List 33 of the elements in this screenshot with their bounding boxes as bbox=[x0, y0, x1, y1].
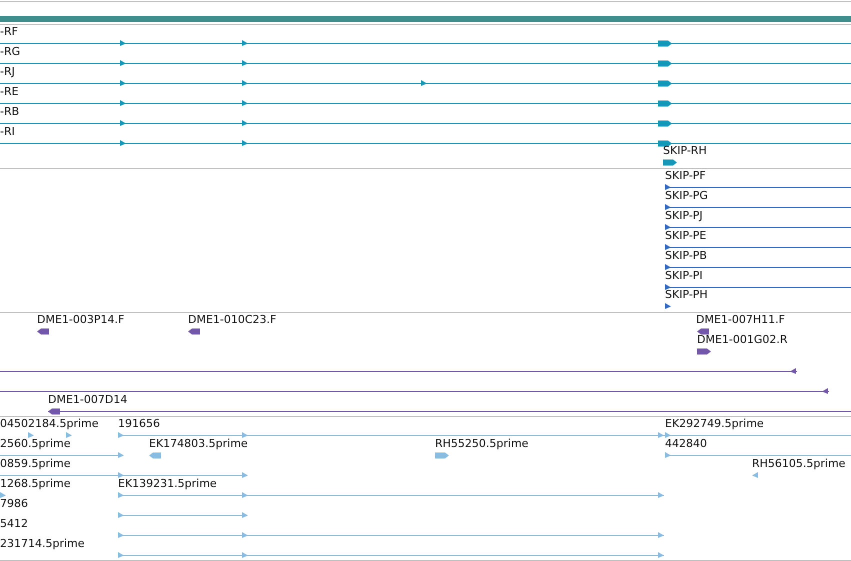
feature-label: DME1-010C23.F bbox=[188, 313, 276, 327]
feature-label: SKIP-PF bbox=[665, 169, 706, 183]
feature-label: 7986 bbox=[0, 497, 28, 511]
feature-label: 0859.5prime bbox=[0, 457, 71, 471]
feature-label: -RF bbox=[0, 25, 18, 39]
feature-label: SKIP-PI bbox=[665, 269, 703, 283]
feature-label: -RE bbox=[0, 85, 19, 99]
feature-label: SKIP-PG bbox=[665, 189, 708, 203]
feature-label: 2560.5prime bbox=[0, 437, 71, 451]
feature-label: SKIP-PB bbox=[665, 249, 707, 263]
feature-label: SKIP-PE bbox=[665, 229, 706, 243]
feature-label: 5412 bbox=[0, 517, 28, 531]
feature-label: SKIP-RH bbox=[663, 144, 707, 158]
feature-label: 191656 bbox=[118, 417, 160, 431]
feature-label: EK292749.5prime bbox=[665, 417, 764, 431]
feature-label: 442840 bbox=[665, 437, 707, 451]
feature-label: EK139231.5prime bbox=[118, 477, 217, 491]
feature-label: -RI bbox=[0, 125, 15, 139]
feature-label: RH55250.5prime bbox=[435, 437, 528, 451]
feature-label: -RG bbox=[0, 45, 20, 59]
feature-label: DME1-007H11.F bbox=[696, 313, 785, 327]
feature-label: EK174803.5prime bbox=[149, 437, 248, 451]
feature-label: 231714.5prime bbox=[0, 537, 85, 551]
feature-label: DME1-001G02.R bbox=[697, 333, 788, 347]
feature-label: 1268.5prime bbox=[0, 477, 71, 491]
feature-label: -RJ bbox=[0, 65, 15, 79]
feature-label: 04502184.5prime bbox=[0, 417, 99, 431]
feature-label: SKIP-PH bbox=[665, 288, 708, 302]
feature-label: DME1-003P14.F bbox=[37, 313, 124, 327]
feature-label: SKIP-PJ bbox=[665, 209, 703, 223]
feature-label: DME1-007D14 bbox=[48, 393, 128, 407]
feature-label: RH56105.5prime bbox=[752, 457, 846, 471]
feature-label: -RB bbox=[0, 105, 20, 119]
